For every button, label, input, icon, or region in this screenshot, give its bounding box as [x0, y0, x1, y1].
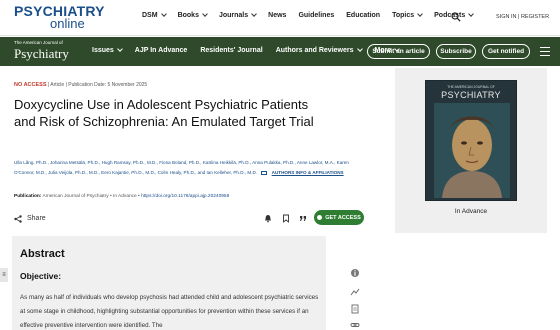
get-access-button[interactable]: GET ACCESS	[314, 210, 364, 225]
journal-nav-residents-journal[interactable]: Residents' Journal	[200, 47, 262, 54]
main-nav: DSM Books Journals News Guidelines Educa…	[142, 11, 485, 19]
nav-books[interactable]: Books	[177, 11, 208, 19]
author-list: Ulla Lång, Ph.D., Johanna Metsälä, Ph.D.…	[14, 158, 359, 178]
meta-details: | Article | Publication Date: 5 November…	[46, 82, 148, 88]
site-header: PSYCHIATRY online DSM Books Journals New…	[0, 0, 560, 36]
link-icon[interactable]	[350, 320, 360, 330]
journal-nav-authors-reviewers[interactable]: Authors and Reviewers	[275, 46, 363, 54]
chevron-down-icon	[116, 46, 123, 52]
bookmark-icon[interactable]	[282, 214, 290, 223]
abstract-section: Abstract Objective: As many as half of i…	[12, 236, 326, 330]
bell-icon[interactable]	[264, 214, 272, 223]
pdf-icon[interactable]	[350, 304, 360, 314]
list-icon: ≡	[2, 272, 6, 278]
article-toolbar: Share GET ACCESS	[14, 210, 364, 229]
psychiatry-online-logo[interactable]: PSYCHIATRY online	[14, 4, 105, 30]
chevron-down-icon	[160, 11, 167, 17]
nav-label: AJP In Advance	[134, 47, 188, 54]
side-toggle-tab[interactable]: ≡	[0, 268, 8, 282]
get-notified-button[interactable]: Get notified	[482, 44, 530, 59]
issue-sidebar: THE AMERICAN JOURNAL OF PSYCHIATRY In Ad…	[395, 68, 547, 233]
publication-label: Publication:	[14, 194, 42, 199]
submit-article-button[interactable]: Submit an article	[367, 44, 430, 59]
nav-guidelines[interactable]: Guidelines	[298, 12, 334, 19]
nav-label: Residents' Journal	[200, 47, 263, 54]
article-title: Doxycycline Use in Adolescent Psychiatri…	[14, 97, 314, 129]
nav-journals[interactable]: Journals	[218, 11, 257, 19]
sign-in-register-link[interactable]: SIGN IN | REGISTER	[496, 14, 549, 20]
publication-text: American Journal of Psychiatry • In Adva…	[41, 194, 142, 199]
subscribe-button[interactable]: Subscribe	[436, 44, 476, 59]
share-icon[interactable]	[14, 215, 22, 223]
objective-heading: Objective:	[20, 271, 62, 281]
nav-topics[interactable]: Topics	[392, 11, 423, 19]
chevron-down-icon	[417, 11, 423, 17]
nav-label: Issues	[92, 47, 114, 54]
menu-icon[interactable]	[540, 47, 550, 56]
ajp-logo-big: Psychiatry	[14, 45, 69, 61]
nav-label: Guidelines	[298, 12, 335, 19]
nav-news[interactable]: News	[268, 12, 286, 19]
nav-label: Authors and Reviewers	[275, 47, 354, 54]
cover-caption[interactable]: In Advance	[395, 208, 547, 215]
access-status: NO ACCESS	[14, 82, 47, 88]
nav-education[interactable]: Education	[346, 12, 380, 19]
search-icon[interactable]	[451, 12, 461, 22]
nav-label: DSM	[142, 12, 158, 19]
journal-nav-ajp-in-advance[interactable]: AJP In Advance	[135, 47, 188, 54]
nav-label: Books	[177, 12, 199, 19]
authors-info-link[interactable]: AUTHORS INFO & AFFILIATIONS	[272, 170, 344, 175]
journal-nav-issues[interactable]: Issues	[92, 46, 123, 54]
ajp-logo[interactable]: The American Journal of Psychiatry	[14, 40, 69, 61]
abstract-heading: Abstract	[20, 248, 65, 260]
chevron-down-icon	[468, 11, 475, 17]
mail-icon[interactable]	[261, 170, 268, 175]
cover-portrait	[434, 103, 510, 198]
doi-link[interactable]: https://doi.org/10.1176/appi.ajp.2024095…	[141, 194, 229, 199]
nav-label: Journals	[218, 12, 249, 19]
nav-label: News	[268, 12, 287, 19]
chevron-down-icon	[202, 11, 208, 17]
chevron-down-icon	[251, 11, 257, 17]
chevron-down-icon	[356, 46, 363, 52]
nav-label: Education	[346, 12, 381, 19]
info-icon[interactable]	[350, 268, 360, 278]
nav-dsm[interactable]: DSM	[142, 11, 167, 19]
nav-label: Topics	[392, 12, 415, 19]
cover-title-text: PSYCHIATRY	[441, 90, 501, 100]
article-meta: NO ACCESS | Article | Publication Date: …	[14, 82, 147, 88]
cover-small-text: THE AMERICAN JOURNAL OF	[447, 85, 495, 89]
ajp-logo-small: The American Journal of	[14, 40, 63, 45]
journal-nav-bar: The American Journal of Psychiatry Issue…	[0, 37, 560, 66]
abstract-text: As many as half of individuals who devel…	[20, 294, 319, 329]
journal-nav: Issues AJP In Advance Residents' Journal…	[92, 46, 412, 54]
trend-icon[interactable]	[350, 287, 360, 297]
get-access-label: GET ACCESS	[325, 214, 361, 221]
cite-icon[interactable]	[299, 214, 307, 223]
publication-line: Publication: American Journal of Psychia…	[14, 194, 229, 199]
lock-icon	[317, 215, 323, 220]
journal-cover-image[interactable]: THE AMERICAN JOURNAL OF PSYCHIATRY	[425, 80, 517, 201]
share-label[interactable]: Share	[27, 215, 46, 222]
